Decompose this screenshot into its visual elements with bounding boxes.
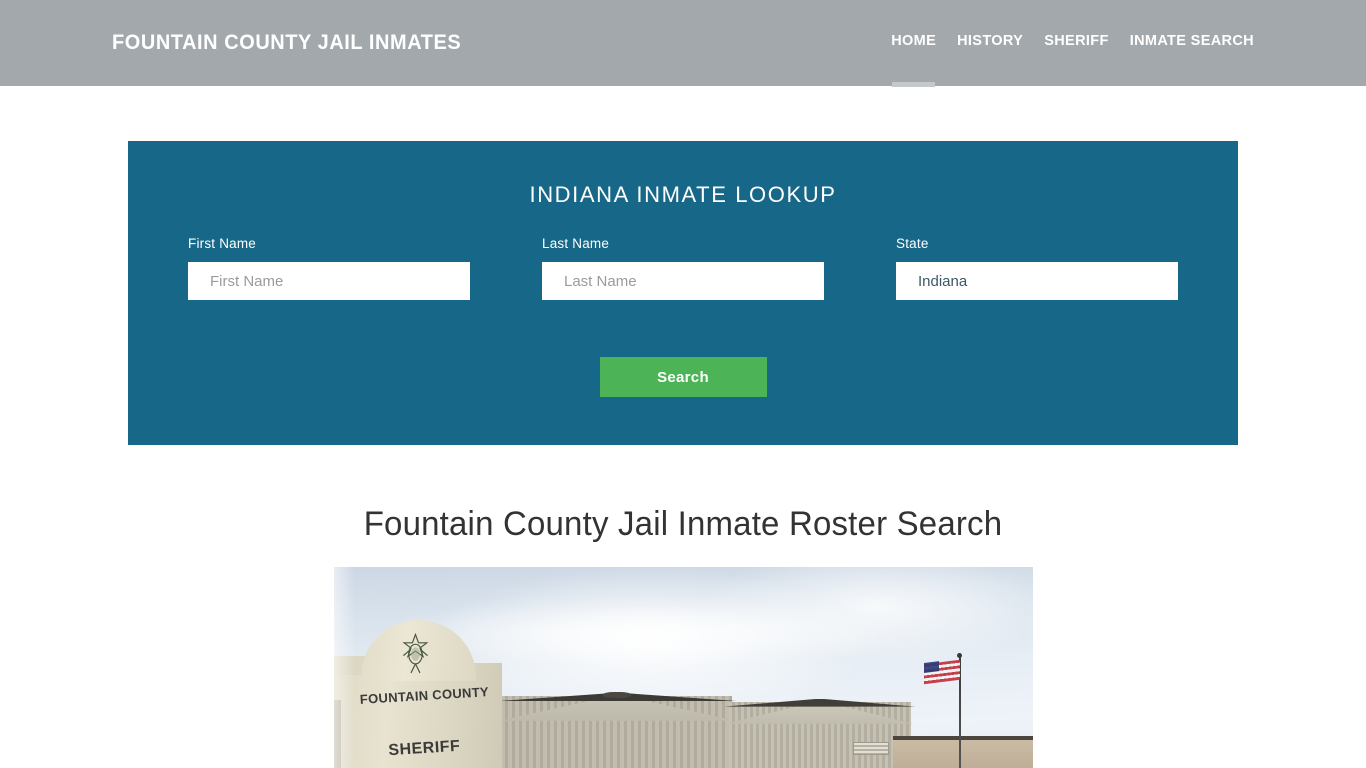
search-button-wrap: Search <box>128 357 1238 397</box>
tan-building-wall <box>893 739 1033 768</box>
nav-item-home[interactable]: HOME <box>891 31 936 87</box>
main-navigation: HOME HISTORY SHERIFF INMATE SEARCH <box>891 31 1254 87</box>
state-select[interactable]: Indiana <box>896 262 1178 300</box>
warehouse-left-ridge-cap <box>603 691 632 698</box>
first-name-label: First Name <box>188 236 257 251</box>
state-field-group: State Indiana <box>896 236 1178 300</box>
site-brand-logo[interactable]: FOUNTAIN COUNTY JAIL INMATES <box>112 31 461 55</box>
last-name-label: Last Name <box>542 236 610 251</box>
state-label: State <box>896 236 929 251</box>
nav-item-sheriff[interactable]: SHERIFF <box>1044 31 1108 55</box>
jail-building-photo: FOUNTAIN COUNTY SHERIFF <box>334 567 1033 768</box>
lookup-fields-row: First Name Last Name State Indiana <box>188 236 1178 300</box>
nav-item-inmate-search[interactable]: INMATE SEARCH <box>1130 31 1254 55</box>
last-name-field-group: Last Name <box>542 236 824 300</box>
lookup-panel-title: INDIANA INMATE LOOKUP <box>529 182 837 207</box>
search-button[interactable]: Search <box>599 357 767 397</box>
page-title: Fountain County Jail Inmate Roster Searc… <box>363 505 1003 543</box>
last-name-input[interactable] <box>542 262 824 300</box>
photo-left-edge-fade <box>334 567 355 768</box>
first-name-input[interactable] <box>188 262 470 300</box>
wall-vent-louver <box>852 741 889 755</box>
nav-item-history[interactable]: HISTORY <box>957 31 1023 55</box>
first-name-field-group: First Name <box>188 236 470 300</box>
sheriff-star-badge-icon <box>398 633 433 675</box>
inmate-lookup-panel: INDIANA INMATE LOOKUP First Name Last Na… <box>128 141 1238 445</box>
photo-canvas: FOUNTAIN COUNTY SHERIFF <box>334 567 1033 768</box>
site-header: FOUNTAIN COUNTY JAIL INMATES HOME HISTOR… <box>0 0 1366 87</box>
